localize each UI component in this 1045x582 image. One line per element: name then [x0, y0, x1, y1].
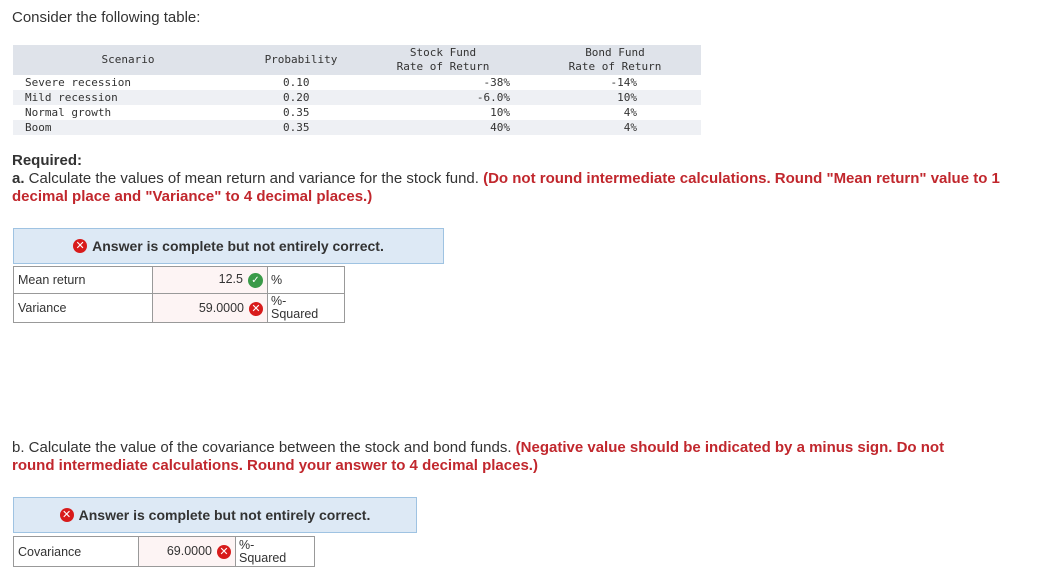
cell-scenario: Mild recession: [25, 91, 118, 104]
cell-stock: 40%: [490, 121, 510, 134]
cell-probability: 0.10: [283, 76, 310, 89]
table-header: Scenario Probability Stock Fund Rate of …: [13, 45, 701, 75]
part-a-result-banner: ✕ Answer is complete but not entirely co…: [13, 228, 444, 264]
cell-scenario: Severe recession: [25, 76, 131, 89]
intro-text: Consider the following table:: [12, 9, 201, 26]
x-circle-icon: ✕: [249, 301, 263, 316]
part-b-answer-table: Covariance 69.0000 ✕ %- Squared: [13, 536, 315, 567]
table-row: Mild recession 0.20 -6.0% 10%: [13, 90, 701, 105]
header-bond-line1: Bond Fund: [585, 46, 645, 59]
part-b-result-banner: ✕ Answer is complete but not entirely co…: [13, 497, 417, 533]
table-row: Normal growth 0.35 10% 4%: [13, 105, 701, 120]
part-a-question: a. Calculate the values of mean return a…: [12, 170, 1012, 206]
answer-row-mean-return: Mean return 12.5 ✓ %: [13, 266, 345, 294]
cell-bond: 4%: [623, 106, 637, 119]
variance-input[interactable]: 59.0000 ✕: [152, 293, 268, 323]
cell-stock: -38%: [483, 76, 511, 89]
cell-bond: 4%: [623, 121, 637, 134]
mean-return-unit-text: %: [271, 272, 283, 287]
header-scenario: Scenario: [101, 53, 155, 66]
cell-stock: -6.0%: [476, 91, 510, 104]
covariance-input[interactable]: 69.0000 ✕: [138, 536, 236, 567]
covariance-value: 69.0000: [166, 544, 212, 558]
cell-bond: -14%: [610, 76, 638, 89]
answer-row-covariance: Covariance 69.0000 ✕ %- Squared: [13, 536, 315, 567]
cell-stock: 10%: [490, 106, 510, 119]
variance-label: Variance: [13, 293, 153, 323]
covariance-label: Covariance: [13, 536, 139, 567]
part-b-text: b. Calculate the value of the covariance…: [12, 439, 516, 456]
variance-unit-line1: %-: [271, 294, 287, 308]
cell-scenario: Boom: [25, 121, 52, 134]
part-a-text: Calculate the values of mean return and …: [24, 170, 484, 187]
mean-return-label: Mean return: [13, 266, 153, 294]
table-row: Severe recession 0.10 -38% -14%: [13, 75, 701, 90]
cell-probability: 0.20: [283, 91, 310, 104]
part-b-question: b. Calculate the value of the covariance…: [12, 439, 972, 475]
x-circle-icon: ✕: [217, 545, 231, 559]
part-b-banner-text: Answer is complete but not entirely corr…: [78, 507, 371, 523]
header-probability: Probability: [264, 53, 338, 66]
mean-return-unit: %: [267, 266, 345, 294]
part-a-letter: a.: [12, 170, 25, 187]
variance-unit: %- Squared: [267, 293, 345, 323]
mean-return-input[interactable]: 12.5 ✓: [152, 266, 268, 294]
cell-bond: 10%: [617, 91, 637, 104]
header-stock-line1: Stock Fund: [409, 46, 477, 59]
covariance-unit-line2: Squared: [239, 550, 287, 565]
x-circle-icon: ✕: [59, 508, 74, 522]
cell-probability: 0.35: [283, 121, 310, 134]
mean-return-value: 12.5: [218, 272, 243, 286]
cell-probability: 0.35: [283, 106, 310, 119]
part-a-answer-table: Mean return 12.5 ✓ % Variance 59.0000 ✕ %-…: [13, 266, 345, 323]
header-stock-line2: Rate of Return: [396, 60, 490, 73]
part-a-banner-text: Answer is complete but not entirely corr…: [92, 238, 384, 254]
covariance-unit-line1: %-: [239, 537, 255, 552]
cell-scenario: Normal growth: [25, 106, 112, 119]
variance-unit-line2: Squared: [271, 307, 319, 321]
table-row: Boom 0.35 40% 4%: [13, 120, 701, 135]
variance-value: 59.0000: [198, 300, 244, 315]
check-circle-icon: ✓: [248, 273, 263, 288]
x-circle-icon: ✕: [73, 239, 88, 253]
required-heading: Required:: [12, 152, 83, 169]
answer-row-variance: Variance 59.0000 ✕ %- Squared: [13, 293, 345, 323]
header-bond-line2: Rate of Return: [568, 60, 662, 73]
covariance-unit: %- Squared: [235, 536, 315, 567]
scenario-table: Scenario Probability Stock Fund Rate of …: [13, 45, 701, 135]
